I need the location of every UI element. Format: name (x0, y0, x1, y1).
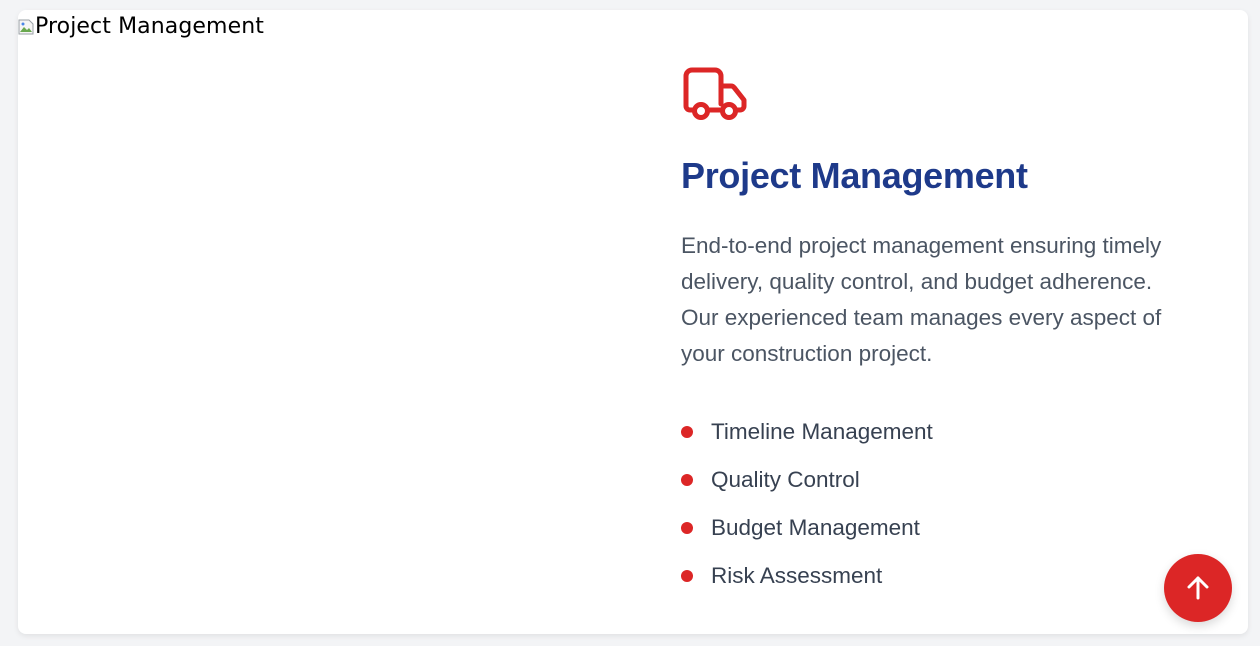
service-card: Project Management Project Management En… (18, 10, 1248, 634)
scroll-to-top-button[interactable] (1164, 554, 1232, 622)
feature-label: Quality Control (711, 467, 860, 492)
feature-list: Timeline Management Quality Control Budg… (681, 408, 1211, 600)
broken-image-icon (18, 19, 34, 35)
feature-item: Timeline Management (681, 408, 1211, 456)
feature-label: Timeline Management (711, 419, 933, 444)
feature-label: Risk Assessment (711, 563, 883, 588)
image-alt-wrapper: Project Management (18, 12, 264, 42)
service-image: Project Management (18, 10, 630, 634)
feature-item: Budget Management (681, 504, 1211, 552)
service-description: End-to-end project management ensuring t… (681, 233, 1162, 366)
feature-item: Quality Control (681, 456, 1211, 504)
service-content: Project Management End-to-end project ma… (681, 66, 1211, 600)
truck-icon (683, 67, 747, 120)
feature-item: Risk Assessment (681, 552, 1211, 600)
bullet-dot-icon (681, 474, 693, 486)
bullet-dot-icon (681, 426, 693, 438)
bullet-dot-icon (681, 522, 693, 534)
bullet-dot-icon (681, 570, 693, 582)
feature-label: Budget Management (711, 515, 920, 540)
arrow-up-icon (1187, 576, 1209, 600)
service-title: Project Management (681, 155, 1028, 196)
image-alt-text: Project Management (35, 14, 264, 39)
